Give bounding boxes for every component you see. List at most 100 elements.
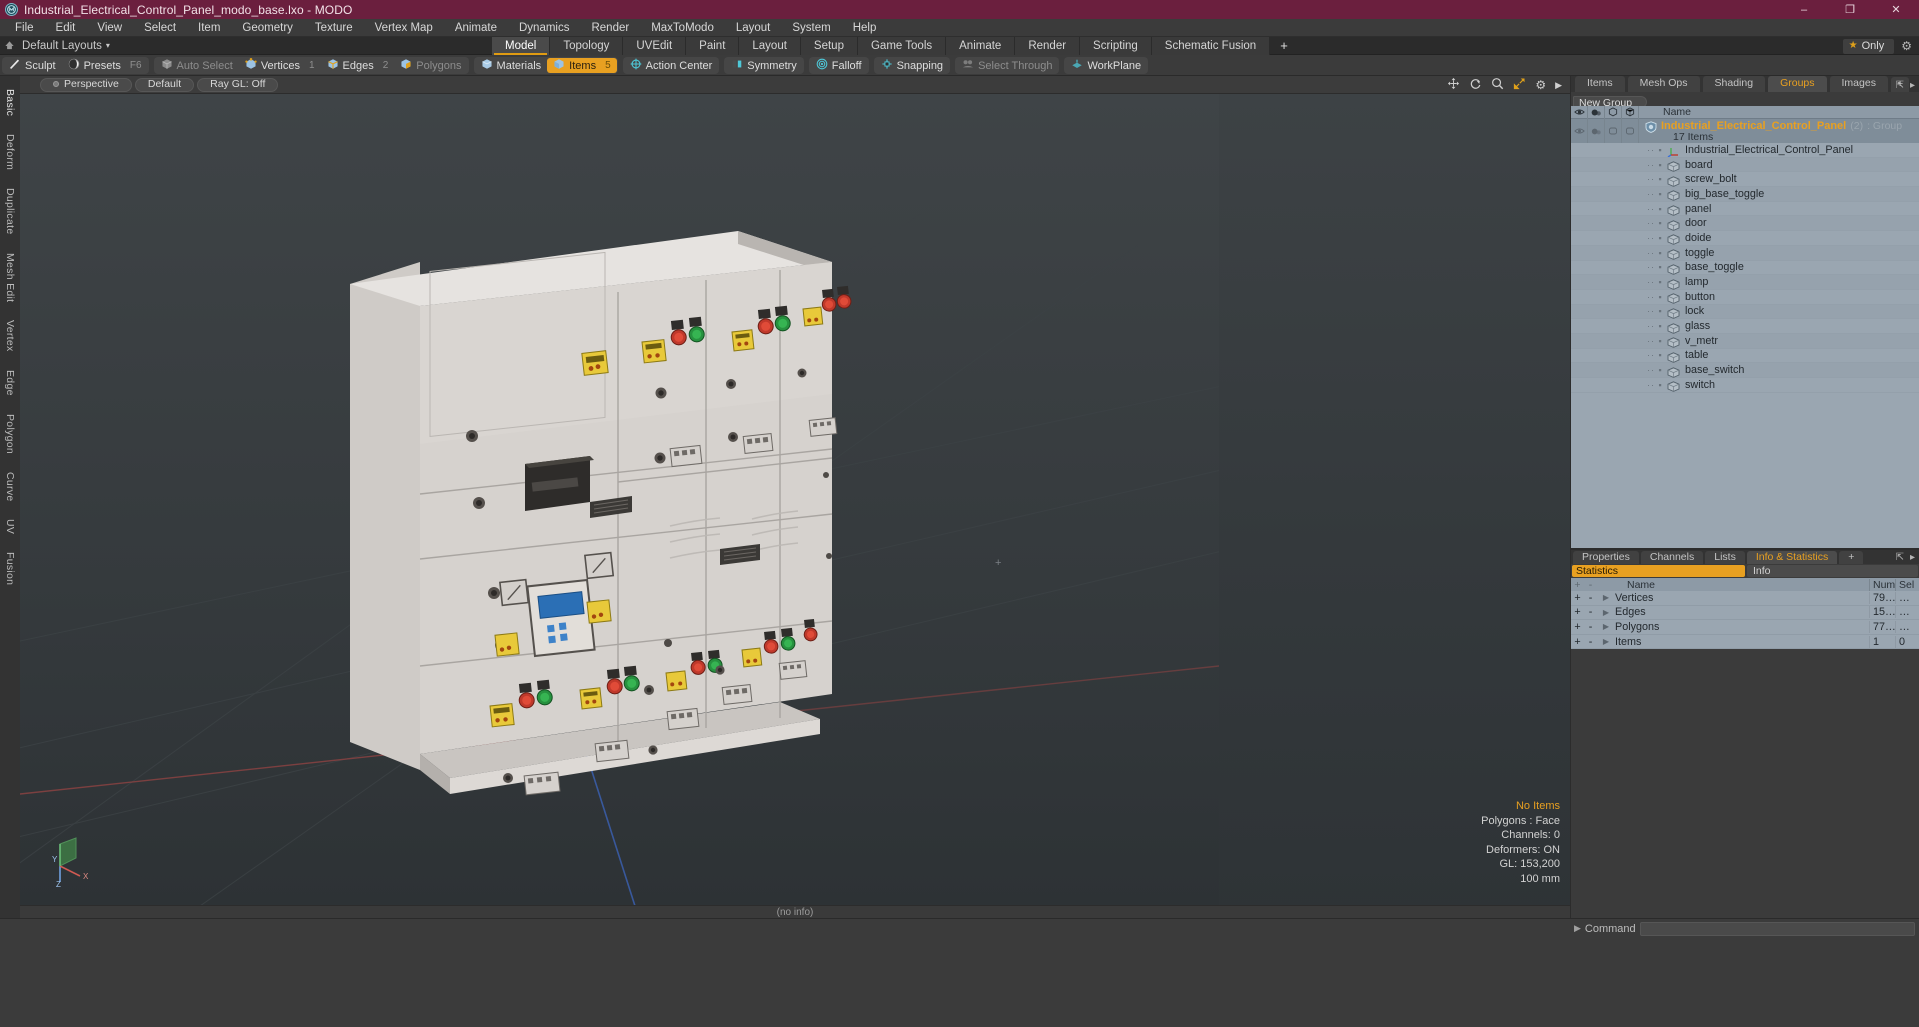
chevron-right-icon[interactable]: ▶ xyxy=(1597,593,1615,602)
stats-tab-channels[interactable]: Channels xyxy=(1640,551,1704,564)
layout-tab-animate[interactable]: Animate xyxy=(946,37,1016,55)
left-tab-vertex[interactable]: Vertex xyxy=(2,311,18,361)
right-tab-mesh-ops[interactable]: Mesh Ops xyxy=(1627,76,1700,92)
layout-preset-label[interactable]: Default Layouts xyxy=(22,40,102,52)
stats-row-minus-button[interactable]: - xyxy=(1584,606,1597,618)
group-list-item[interactable]: ·· ▪ doide xyxy=(1571,231,1919,246)
add-stats-tab-button[interactable]: + xyxy=(1839,551,1864,564)
group-row-header[interactable]: Industrial_Electrical_Control_Panel (2) … xyxy=(1571,119,1919,143)
move-icon[interactable] xyxy=(1447,77,1460,93)
left-tab-deform[interactable]: Deform xyxy=(2,125,18,179)
menu-item-system[interactable]: System xyxy=(781,19,841,37)
group-list-item[interactable]: ·· ▪ panel xyxy=(1571,202,1919,217)
group-list-item[interactable]: ·· ▪ door xyxy=(1571,216,1919,232)
chevron-right-icon[interactable]: ▶ xyxy=(1597,608,1615,617)
layout-tab-schematic-fusion[interactable]: Schematic Fusion xyxy=(1151,37,1271,55)
chevron-right-icon[interactable]: ▶ xyxy=(1597,622,1615,631)
right-tab-images[interactable]: Images xyxy=(1829,76,1888,92)
chevron-right-icon[interactable]: ▶ xyxy=(1570,923,1581,934)
stats-row-plus-button[interactable]: + xyxy=(1571,621,1584,633)
home-icon[interactable] xyxy=(0,37,18,55)
layout-tab-uvedit[interactable]: UVEdit xyxy=(623,37,687,55)
group-list-item[interactable]: ·· ▪ toggle xyxy=(1571,245,1919,261)
stats-row-minus-button[interactable]: - xyxy=(1584,636,1597,648)
group-lock-toggle[interactable] xyxy=(1605,119,1622,143)
column-visibility-icon[interactable] xyxy=(1571,105,1588,119)
toolbar-button-auto-select[interactable]: Auto Select xyxy=(155,58,239,73)
menu-item-view[interactable]: View xyxy=(86,19,133,37)
group-list-item[interactable]: ·· ▪ table xyxy=(1571,349,1919,364)
group-list-item[interactable]: ·· ▪ lamp xyxy=(1571,275,1919,290)
group-list-item[interactable]: ·· ▪ v_metr xyxy=(1571,333,1919,349)
column-lock-icon[interactable] xyxy=(1605,105,1622,119)
layout-tab-game-tools[interactable]: Game Tools xyxy=(857,37,947,55)
info-filter-tab[interactable]: Info xyxy=(1747,565,1918,577)
viewport-shading-mode[interactable]: Default xyxy=(134,77,195,92)
only-toggle[interactable]: ★ Only xyxy=(1842,38,1895,54)
expand-icon[interactable]: ⇱ xyxy=(1896,552,1904,563)
menu-item-geometry[interactable]: Geometry xyxy=(231,19,304,37)
stats-table-row[interactable]: + - ▶ Edges 15…… xyxy=(1571,605,1919,621)
stats-row-minus-button[interactable]: - xyxy=(1584,592,1597,604)
right-tab-groups[interactable]: Groups xyxy=(1768,76,1827,92)
menu-item-vertex-map[interactable]: Vertex Map xyxy=(364,19,444,37)
chevron-down-icon[interactable]: ▾ xyxy=(106,41,110,50)
layout-tab-render[interactable]: Render xyxy=(1015,37,1081,55)
left-tab-basic[interactable]: Basic xyxy=(2,80,18,125)
statistics-filter-tab[interactable]: Statistics xyxy=(1572,565,1745,577)
menu-item-edit[interactable]: Edit xyxy=(45,19,87,37)
toolbar-button-workplane[interactable]: WorkPlane xyxy=(1065,58,1147,73)
stats-table-row[interactable]: + - ▶ Polygons 77…… xyxy=(1571,620,1919,635)
toolbar-button-action-center[interactable]: Action Center xyxy=(624,58,719,73)
group-list-item[interactable]: ·· ▪ switch xyxy=(1571,378,1919,393)
layout-tab-model[interactable]: Model xyxy=(492,37,551,55)
group-select-toggle[interactable] xyxy=(1622,119,1639,143)
toolbar-button-items[interactable]: Items 5 xyxy=(547,58,617,73)
right-tab-shading[interactable]: Shading xyxy=(1702,76,1766,92)
menu-item-help[interactable]: Help xyxy=(842,19,888,37)
left-tab-mesh-edit[interactable]: Mesh Edit xyxy=(2,244,18,311)
toolbar-button-vertices[interactable]: Vertices 1 xyxy=(239,58,321,73)
expand-icon[interactable]: ⇱ xyxy=(1896,80,1904,91)
toolbar-button-snapping[interactable]: Snapping xyxy=(875,58,950,73)
stats-tab-info-statistics[interactable]: Info & Statistics xyxy=(1746,551,1838,564)
toolbar-button-edges[interactable]: Edges 2 xyxy=(321,58,395,73)
maximize-button[interactable]: ❐ xyxy=(1827,0,1873,19)
stats-row-plus-button[interactable]: + xyxy=(1571,592,1584,604)
layout-tab-setup[interactable]: Setup xyxy=(800,37,858,55)
zoom-icon[interactable] xyxy=(1491,77,1504,93)
toolbar-button-sculpt[interactable]: Sculpt xyxy=(3,58,62,73)
chevron-right-icon[interactable]: ▸ xyxy=(1910,552,1915,563)
left-tab-edge[interactable]: Edge xyxy=(2,361,18,405)
command-input[interactable] xyxy=(1639,921,1915,936)
toolbar-button-materials[interactable]: Materials xyxy=(475,58,548,73)
menu-item-select[interactable]: Select xyxy=(133,19,187,37)
layout-tab-layout[interactable]: Layout xyxy=(739,37,801,55)
rotate-icon[interactable] xyxy=(1469,77,1482,93)
stats-tab-lists[interactable]: Lists xyxy=(1705,551,1745,564)
menu-item-dynamics[interactable]: Dynamics xyxy=(508,19,580,37)
fit-icon[interactable] xyxy=(1513,77,1526,93)
group-list-item[interactable]: ·· ▪ screw_bolt xyxy=(1571,172,1919,188)
group-list-item[interactable]: ·· ▪ glass xyxy=(1571,319,1919,334)
left-tab-polygon[interactable]: Polygon xyxy=(2,405,18,463)
menu-item-texture[interactable]: Texture xyxy=(304,19,364,37)
add-layout-tab-button[interactable]: + xyxy=(1270,37,1298,55)
group-list-item[interactable]: ·· ▪ lock xyxy=(1571,304,1919,320)
left-tab-curve[interactable]: Curve xyxy=(2,463,18,511)
viewport-canvas[interactable]: + No Items Polygons : Face Channels: 0 D… xyxy=(20,94,1570,918)
gear-icon[interactable]: ⚙ xyxy=(1894,39,1919,53)
gear-icon[interactable]: ⚙ xyxy=(1535,78,1546,92)
column-select-icon[interactable] xyxy=(1622,105,1639,119)
viewport-view-mode[interactable]: Perspective xyxy=(40,77,132,92)
stats-table-row[interactable]: + - ▶ Vertices 79…… xyxy=(1571,591,1919,606)
minimize-button[interactable]: – xyxy=(1781,0,1827,19)
group-shading-toggle[interactable] xyxy=(1588,119,1605,143)
layout-tab-scripting[interactable]: Scripting xyxy=(1080,37,1152,55)
menu-item-layout[interactable]: Layout xyxy=(725,19,782,37)
stats-tab-properties[interactable]: Properties xyxy=(1573,551,1639,564)
left-tab-duplicate[interactable]: Duplicate xyxy=(2,179,18,243)
stats-row-plus-button[interactable]: + xyxy=(1571,636,1584,648)
toolbar-button-polygons[interactable]: Polygons xyxy=(394,58,467,73)
stats-row-minus-button[interactable]: - xyxy=(1584,621,1597,633)
